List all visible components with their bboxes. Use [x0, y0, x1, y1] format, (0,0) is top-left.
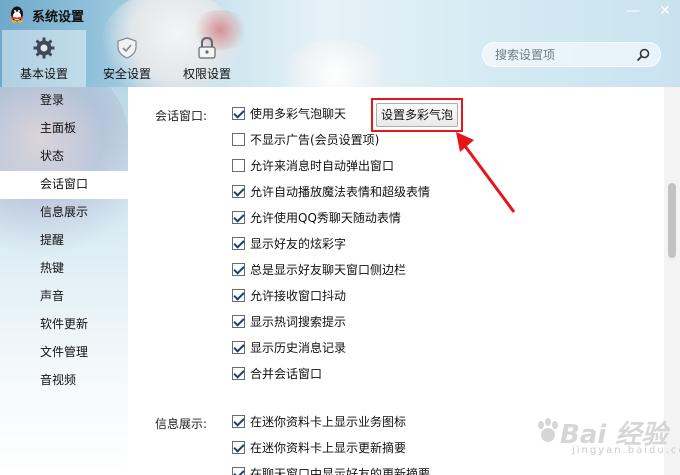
option-colorful-text[interactable]: 显示好友的炫彩字: [232, 236, 346, 254]
checkbox[interactable]: [232, 237, 245, 250]
sidebar: 登录 主面板 状态 会话窗口 信息展示 提醒 热键 声音 软件更新 文件管理 音…: [0, 87, 128, 475]
checkbox[interactable]: [232, 441, 245, 454]
search-box[interactable]: [482, 42, 661, 67]
option-update-summary[interactable]: 在迷你资料卡上显示更新摘要: [232, 440, 406, 458]
annotation-highlight-box: [371, 98, 463, 132]
info-display-group-label: 信息展示:: [155, 417, 208, 431]
tab-security-settings[interactable]: 安全设置: [85, 30, 169, 87]
checkbox[interactable]: [232, 367, 245, 380]
checkbox[interactable]: [232, 159, 245, 172]
option-label: 在迷你资料卡上显示更新摘要: [250, 441, 407, 455]
sidebar-item-main-panel[interactable]: 主面板: [0, 115, 128, 143]
option-label: 合并会话窗口: [250, 367, 323, 381]
title-bar-banner: 系统设置 — ✕ 基本设置 安全设置 权限设置 搜索设置项: [0, 0, 680, 87]
option-hide-ads[interactable]: 不显示广告(会员设置项): [232, 132, 379, 150]
checkbox[interactable]: [232, 289, 245, 302]
option-chat-update-summary[interactable]: 在聊天窗口中显示好友的更新摘要: [232, 466, 430, 475]
checkbox[interactable]: [232, 415, 245, 428]
tab-basic-settings[interactable]: 基本设置: [2, 30, 86, 87]
sidebar-item-file-management[interactable]: 文件管理: [0, 339, 128, 367]
lock-icon: [198, 36, 216, 59]
search-input[interactable]: [495, 46, 625, 64]
baidu-watermark: Bai 经验 jingyan.baidu.com: [530, 412, 680, 462]
option-merge-windows[interactable]: 合并会话窗口: [232, 366, 322, 384]
option-label: 显示历史消息记录: [250, 341, 347, 355]
option-colorful-bubble[interactable]: 使用多彩气泡聊天: [232, 106, 346, 124]
option-label: 不显示广告(会员设置项): [250, 133, 380, 147]
paw-icon: [538, 418, 558, 442]
option-label: 允许来消息时自动弹出窗口: [250, 159, 395, 173]
sidebar-item-status[interactable]: 状态: [0, 143, 128, 171]
minimize-button[interactable]: —: [620, 2, 646, 22]
option-label: 允许使用QQ秀聊天随动表情: [250, 211, 401, 225]
option-auto-popup[interactable]: 允许来消息时自动弹出窗口: [232, 158, 394, 176]
annotation-arrow-icon: [456, 132, 516, 213]
checkbox[interactable]: [232, 341, 245, 354]
tab-permission-settings-label: 权限设置: [182, 67, 231, 81]
option-window-shake[interactable]: 允许接收窗口抖动: [232, 288, 346, 306]
sidebar-item-info-display[interactable]: 信息展示: [0, 199, 128, 227]
sidebar-item-sound[interactable]: 声音: [0, 283, 128, 311]
shield-icon: [117, 37, 137, 59]
qq-penguin-icon: [11, 6, 23, 23]
sidebar-item-audio-video[interactable]: 音视频: [0, 367, 128, 395]
sidebar-item-reminder[interactable]: 提醒: [0, 227, 128, 255]
option-label: 显示热词搜索提示: [250, 315, 347, 329]
checkbox[interactable]: [232, 211, 245, 224]
checkbox[interactable]: [232, 467, 245, 475]
tab-permission-settings[interactable]: 权限设置: [165, 30, 249, 87]
checkbox[interactable]: [232, 133, 245, 146]
search-icon[interactable]: [636, 48, 650, 62]
tab-basic-settings-label: 基本设置: [19, 67, 68, 81]
sidebar-item-hotkey[interactable]: 热键: [0, 255, 128, 283]
option-hot-word-hints[interactable]: 显示热词搜索提示: [232, 314, 346, 332]
option-auto-play-magic[interactable]: 允许自动播放魔法表情和超级表情: [232, 184, 430, 202]
checkbox[interactable]: [232, 263, 245, 276]
watermark-subtext: jingyan.baidu.com: [572, 445, 680, 456]
option-history-messages[interactable]: 显示历史消息记录: [232, 340, 346, 358]
option-label: 允许自动播放魔法表情和超级表情: [250, 185, 431, 199]
option-business-icons[interactable]: 在迷你资料卡上显示业务图标: [232, 414, 406, 432]
scrollbar-thumb[interactable]: [668, 183, 676, 258]
gear-icon: [33, 37, 55, 59]
option-label: 在迷你资料卡上显示业务图标: [250, 415, 407, 429]
tab-security-settings-label: 安全设置: [102, 67, 151, 81]
checkbox[interactable]: [232, 185, 245, 198]
checkbox[interactable]: [232, 107, 245, 120]
sidebar-item-login[interactable]: 登录: [0, 87, 128, 115]
option-label: 允许接收窗口抖动: [250, 289, 347, 303]
option-label: 总是显示好友聊天窗口侧边栏: [250, 263, 407, 277]
option-label: 在聊天窗口中显示好友的更新摘要: [250, 467, 431, 475]
checkbox[interactable]: [232, 315, 245, 328]
sidebar-item-software-update[interactable]: 软件更新: [0, 311, 128, 339]
option-label: 显示好友的炫彩字: [250, 237, 347, 251]
session-window-group-label: 会话窗口:: [155, 109, 208, 123]
option-qq-show-emotes[interactable]: 允许使用QQ秀聊天随动表情: [232, 210, 401, 228]
banner-art-cloud: [280, 40, 390, 87]
sidebar-item-session-window[interactable]: 会话窗口: [0, 171, 128, 199]
option-label: 使用多彩气泡聊天: [250, 107, 347, 121]
option-show-sidebar[interactable]: 总是显示好友聊天窗口侧边栏: [232, 262, 406, 280]
close-button[interactable]: ✕: [652, 2, 678, 22]
window-title: 系统设置: [32, 10, 85, 25]
